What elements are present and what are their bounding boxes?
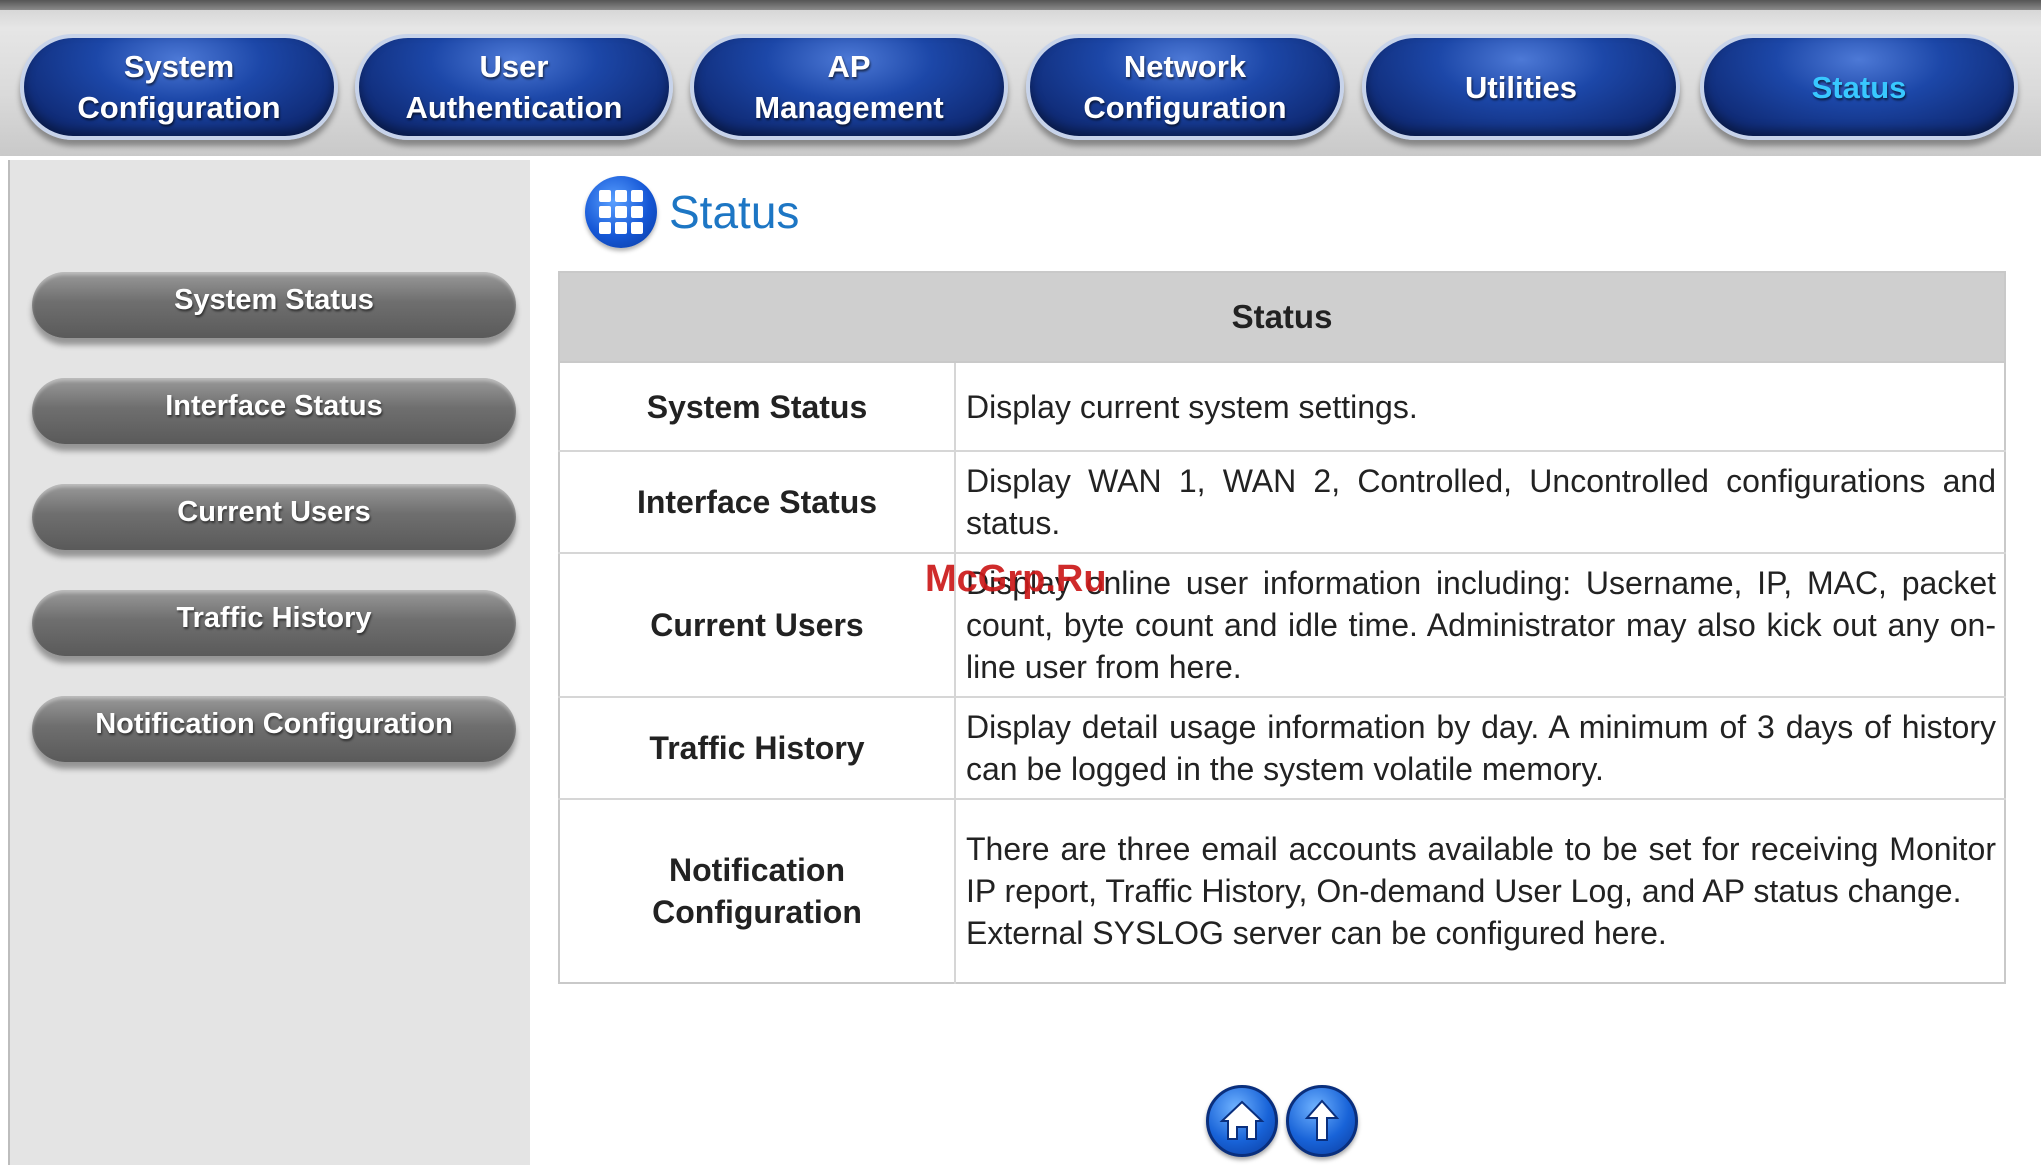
row-description: Display current system settings. [955,361,2005,451]
table-row: System Status Display current system set… [559,361,2005,451]
status-table: Status System Status Display current sys… [558,271,2006,984]
page-title: Status [669,186,800,238]
sidebar-item-traffic-history[interactable]: Traffic History [32,590,516,656]
nav-ap-management[interactable]: AP Management [690,34,1008,140]
grid-icon [585,176,657,248]
sidebar-item-label: Notification Configuration [95,707,453,740]
nav-utilities[interactable]: Utilities [1362,34,1680,140]
table-row: Notification Configuration There are thr… [559,798,2005,983]
top-navigation-bar: System Configuration User Authentication… [0,0,2041,156]
sidebar-item-current-users[interactable]: Current Users [32,484,516,550]
sidebar-item-label: Traffic History [176,601,372,634]
home-button[interactable] [1206,1085,1278,1157]
sidebar-item-system-status[interactable]: System Status [32,272,516,338]
nav-label: Status [1811,69,1907,105]
nav-system-configuration[interactable]: System Configuration [20,34,338,140]
sidebar-item-label: System Status [174,283,374,316]
row-description: Display detail usage information by day.… [955,696,2005,799]
table-header: Status [559,272,2005,363]
up-arrow-icon [1304,1099,1340,1141]
row-item: Traffic History [559,696,956,799]
sidebar-item-notification-configuration[interactable]: Notification Configuration [32,696,516,762]
nav-label: System Configuration [77,49,281,125]
row-item: System Status [559,361,956,451]
row-item: Notification Configuration [559,798,956,983]
nav-label: Utilities [1465,69,1577,105]
sidebar-item-label: Interface Status [165,389,383,422]
row-description: Display online user information includin… [955,552,2005,697]
sidebar-item-label: Current Users [177,495,371,528]
table-row: Traffic History Display detail usage inf… [559,696,2005,799]
table-header-row: Status [559,272,2005,363]
sidebar: System Status Interface Status Current U… [8,160,530,1165]
nav-label: Network Configuration [1083,49,1287,125]
nav-user-authentication[interactable]: User Authentication [355,34,673,140]
nav-label: User Authentication [405,49,623,125]
back-to-top-button[interactable] [1286,1085,1358,1157]
table-row: Current Users Display online user inform… [559,552,2005,697]
nav-network-configuration[interactable]: Network Configuration [1026,34,1344,140]
row-item: Interface Status [559,450,956,553]
home-icon [1219,1100,1265,1140]
nav-status[interactable]: Status [1700,34,2018,140]
nav-label: AP Management [754,49,944,125]
row-item: Current Users [559,552,956,697]
row-description: There are three email accounts available… [955,798,2005,983]
table-row: Interface Status Display WAN 1, WAN 2, C… [559,450,2005,553]
watermark: McGrp.Ru [925,558,1107,600]
sidebar-item-interface-status[interactable]: Interface Status [32,378,516,444]
row-description: Display WAN 1, WAN 2, Controlled, Uncont… [955,450,2005,553]
page-heading: Status [585,176,799,248]
